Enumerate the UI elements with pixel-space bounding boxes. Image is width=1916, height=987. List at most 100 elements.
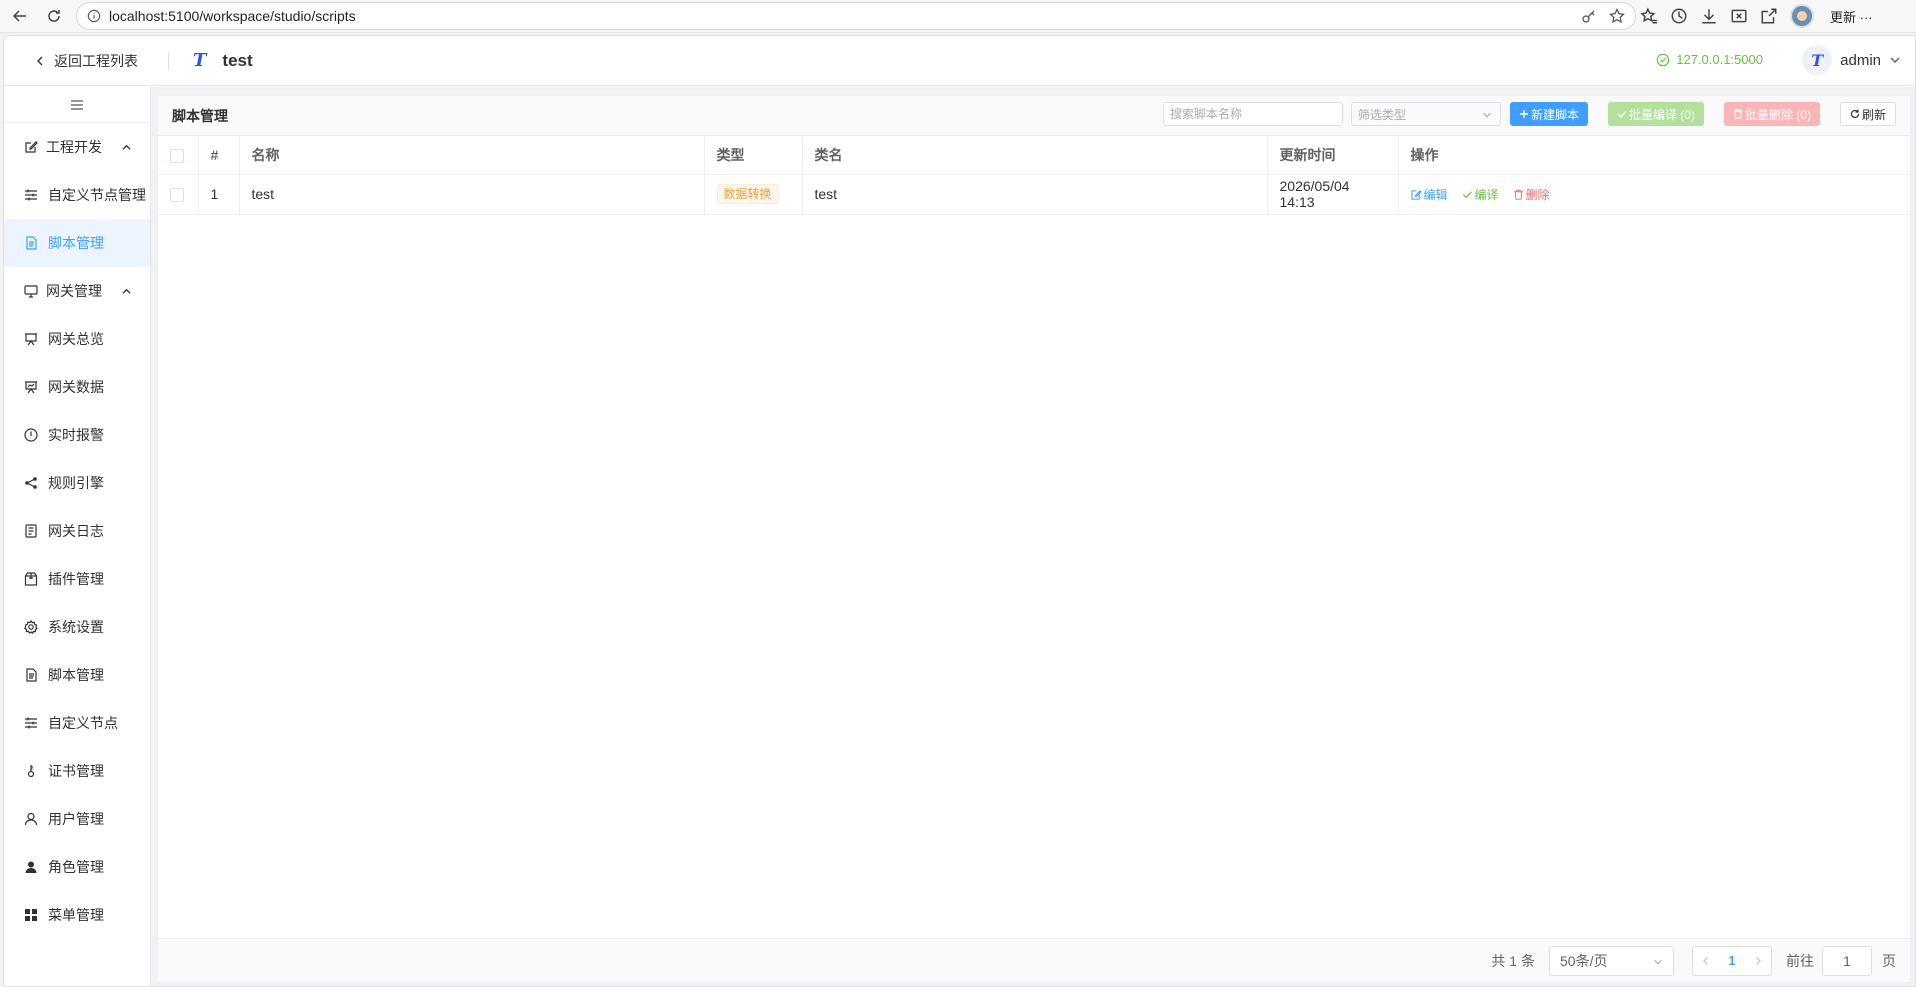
sidebar-item-label: 脚本管理	[48, 667, 104, 683]
delete-link[interactable]: 删除	[1513, 186, 1550, 203]
sidebar-item-gateway-overview[interactable]: 网关总览	[4, 315, 150, 363]
server-address: 127.0.0.1:5000	[1676, 52, 1763, 67]
reload-icon[interactable]	[40, 2, 68, 30]
chevron-left-icon	[37, 56, 43, 65]
share-browser-icon[interactable]	[1760, 7, 1778, 25]
screenshot-icon[interactable]	[1730, 7, 1748, 25]
column-header-type: 类型	[704, 136, 803, 175]
user-filled-icon	[25, 861, 37, 873]
refresh-button[interactable]: 刷新	[1839, 102, 1896, 126]
sidebar-item-system-settings[interactable]: 系统设置	[4, 603, 150, 651]
app-window: 返回工程列表 T test 127.0.0.1:5000 T admin 工程开…	[3, 35, 1916, 987]
next-page-icon[interactable]	[1753, 956, 1763, 966]
sidebar-item-realtime-alarm[interactable]: 实时报警	[4, 411, 150, 459]
page-size-select[interactable]: 50条/页	[1549, 945, 1674, 976]
sidebar-item-script-mgmt-active[interactable]: 脚本管理	[4, 219, 150, 267]
select-all-checkbox[interactable]	[170, 148, 184, 163]
log-icon	[25, 524, 37, 538]
row-type-cell: 数据转换	[704, 174, 803, 215]
column-header-actions: 操作	[1398, 136, 1910, 175]
sidebar-item-gateway-log[interactable]: 网关日志	[4, 507, 150, 555]
sidebar-item-rule-engine[interactable]: 规则引擎	[4, 459, 150, 507]
plus-icon	[1519, 110, 1528, 118]
sidebar-item-label: 用户管理	[48, 811, 104, 827]
new-script-button[interactable]: 新建脚本	[1509, 102, 1588, 126]
search-input[interactable]	[1162, 102, 1343, 126]
sidebar-item-label: 网关数据	[48, 379, 104, 395]
update-button[interactable]: 更新 ···	[1830, 7, 1873, 26]
sidebar-item-script-mgmt[interactable]: 脚本管理	[4, 651, 150, 699]
back-arrow-icon[interactable]	[6, 2, 34, 30]
compile-label: 编译	[1474, 187, 1499, 202]
goto-page-input[interactable]	[1822, 945, 1872, 976]
row-checkbox[interactable]	[170, 188, 184, 203]
chevron-up-icon[interactable]	[121, 142, 132, 153]
page-title: 脚本管理	[172, 107, 228, 124]
user-name[interactable]: admin	[1840, 52, 1881, 69]
user-menu[interactable]: T admin	[1802, 45, 1901, 75]
sidebar-item-role-mgmt[interactable]: 角色管理	[4, 843, 150, 891]
sidebar-item-plugin-mgmt[interactable]: 插件管理	[4, 555, 150, 603]
page-size-value: 50条/页	[1560, 952, 1608, 969]
select-all-cell[interactable]	[158, 136, 199, 175]
batch-delete-button[interactable]: 批量删除 (0)	[1723, 102, 1820, 126]
sidebar-item-custom-node[interactable]: 自定义节点	[4, 699, 150, 747]
sidebar-item-label: 插件管理	[48, 571, 104, 587]
edit-label: 编辑	[1423, 187, 1448, 202]
sidebar-group-label: 网关管理	[46, 283, 102, 299]
compile-link[interactable]: 编译	[1462, 186, 1499, 203]
back-to-projects-link[interactable]: 返回工程列表	[34, 51, 138, 71]
sidebar-item-menu-mgmt[interactable]: 菜单管理	[4, 891, 150, 939]
menu-fold-icon[interactable]	[70, 98, 84, 112]
sidebar-item-custom-node-mgmt[interactable]: 自定义节点管理	[4, 171, 150, 219]
user-avatar[interactable]: T	[1802, 45, 1833, 75]
goto-suffix: 页	[1882, 952, 1896, 969]
favorites-icon[interactable]	[1640, 7, 1658, 25]
chevron-down-icon	[1483, 112, 1491, 118]
sidebar-item-label: 自定义节点管理	[48, 187, 146, 203]
trash-icon	[1513, 189, 1523, 200]
sidebar-item-gateway-data[interactable]: 网关数据	[4, 363, 150, 411]
info-icon[interactable]	[87, 9, 101, 23]
box-icon	[24, 572, 38, 586]
batch-delete-label: 批量删除 (0)	[1744, 107, 1811, 122]
document-icon	[26, 236, 37, 250]
trash-icon	[1733, 109, 1742, 119]
key-icon[interactable]	[1581, 8, 1597, 24]
history-icon[interactable]	[1670, 7, 1688, 25]
address-bar[interactable]: localhost:5100/workspace/studio/scripts	[76, 2, 1636, 30]
sidebar-item-label: 规则引擎	[48, 475, 104, 491]
column-header-updated: 更新时间	[1267, 136, 1399, 175]
star-icon[interactable]	[1609, 8, 1625, 24]
sidebar-group-gateway-mgmt[interactable]: 网关管理	[4, 267, 150, 315]
batch-compile-button[interactable]: 批量编译 (0)	[1607, 102, 1704, 126]
browser-toolbar: localhost:5100/workspace/studio/scripts …	[0, 0, 1916, 33]
edit-link[interactable]: 编辑	[1410, 186, 1448, 203]
current-page[interactable]: 1	[1728, 953, 1735, 968]
back-label: 返回工程列表	[54, 52, 138, 69]
table-row[interactable]: 1 test 数据转换 test 2026/05/04 14:13 编辑 编译 …	[158, 174, 1910, 215]
download-icon[interactable]	[1700, 7, 1718, 25]
delete-label: 删除	[1525, 187, 1550, 202]
filter-placeholder: 筛选类型	[1357, 107, 1406, 122]
row-select-cell[interactable]	[158, 174, 199, 215]
check-icon	[1462, 190, 1472, 198]
page-navigator: 1	[1692, 945, 1772, 976]
chevron-down-icon[interactable]	[1889, 54, 1901, 66]
sidebar: 工程开发 自定义节点管理 脚本管理 网关管理 网关总览 网关数据 实时报警 规则…	[4, 87, 151, 986]
sidebar-item-user-mgmt[interactable]: 用户管理	[4, 795, 150, 843]
document-icon	[26, 668, 37, 682]
sliders-icon	[25, 717, 37, 729]
sidebar-item-certificate-mgmt[interactable]: 证书管理	[4, 747, 150, 795]
refresh-label: 刷新	[1861, 107, 1886, 122]
type-tag: 数据转换	[716, 184, 779, 204]
sidebar-collapse-toggle[interactable]	[4, 87, 150, 123]
url-text[interactable]: localhost:5100/workspace/studio/scripts	[109, 8, 356, 24]
total-count: 共 1 条	[1491, 952, 1535, 969]
prev-page-icon[interactable]	[1701, 956, 1711, 966]
type-filter-select[interactable]: 筛选类型	[1350, 102, 1501, 126]
profile-avatar[interactable]	[1790, 4, 1814, 28]
batch-compile-label: 批量编译 (0)	[1628, 107, 1695, 122]
chevron-up-icon[interactable]	[121, 286, 132, 297]
sidebar-group-project-dev[interactable]: 工程开发	[4, 123, 150, 171]
